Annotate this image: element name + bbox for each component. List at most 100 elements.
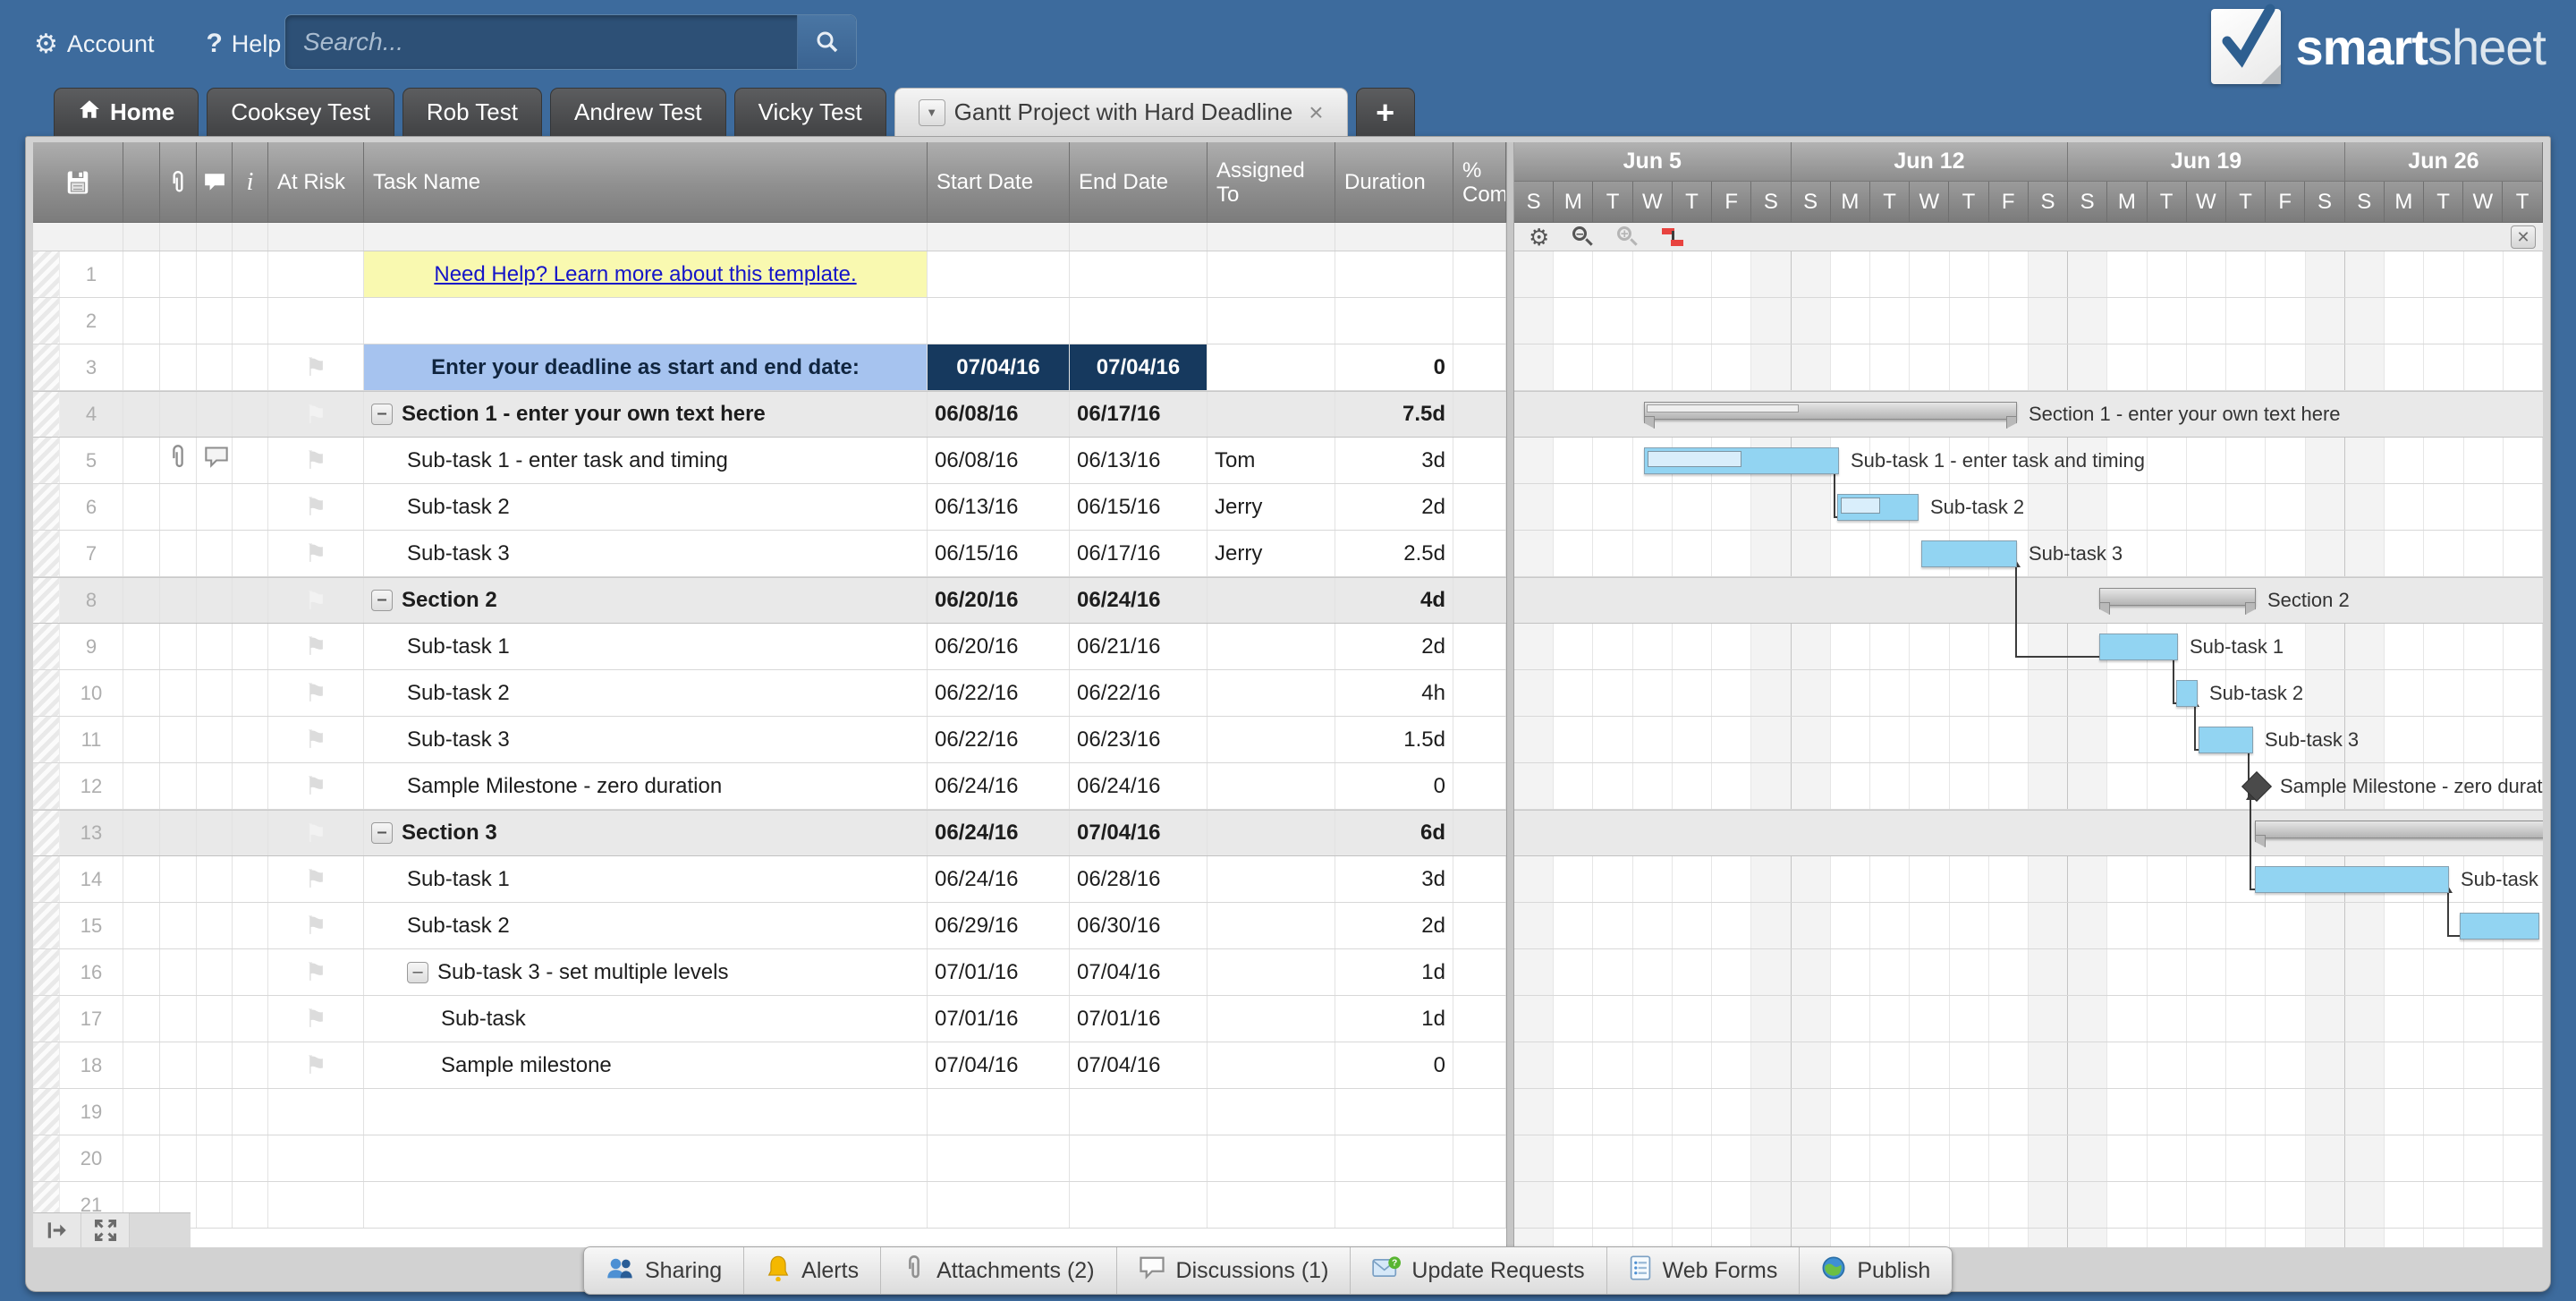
task-name-cell[interactable]: Sub-task 3 [364, 717, 928, 762]
row-drag-handle[interactable] [33, 624, 60, 669]
start-date-cell[interactable] [928, 1182, 1070, 1228]
info-cell[interactable] [233, 856, 268, 902]
info-cell[interactable] [233, 344, 268, 390]
gantt-task-bar[interactable] [2255, 866, 2449, 893]
attachment-cell[interactable] [160, 1135, 197, 1181]
start-date-cell[interactable]: 06/20/16 [928, 624, 1070, 669]
flag-icon[interactable]: ⚑ [304, 1004, 326, 1033]
collapse-toggle[interactable]: – [371, 590, 393, 611]
attachment-column-header[interactable] [160, 142, 197, 222]
at-risk-cell[interactable] [268, 1182, 364, 1228]
start-date-cell[interactable]: 06/22/16 [928, 717, 1070, 762]
info-cell[interactable] [233, 811, 268, 855]
discussion-cell[interactable] [197, 1182, 233, 1228]
attachment-cell[interactable] [160, 298, 197, 344]
start-date-cell[interactable]: 07/04/16 [928, 1042, 1070, 1088]
gantt-task-bar[interactable] [2199, 727, 2253, 753]
assigned-to-cell[interactable] [1208, 251, 1335, 297]
duration-cell[interactable]: 0 [1335, 344, 1453, 390]
zoom-in-icon[interactable]: + [1617, 225, 1639, 248]
pct-complete-cell[interactable] [1453, 670, 1506, 716]
lock-cell[interactable] [123, 531, 160, 576]
start-date-cell[interactable]: 07/04/16 [928, 344, 1070, 390]
row-number-cell[interactable]: 8 [33, 578, 123, 623]
duration-cell[interactable]: 7.5d [1335, 392, 1453, 437]
at-risk-cell[interactable] [268, 298, 364, 344]
end-date-cell[interactable]: 06/23/16 [1070, 717, 1208, 762]
assigned-to-cell[interactable] [1208, 392, 1335, 437]
info-cell[interactable] [233, 903, 268, 948]
lock-cell[interactable] [123, 1135, 160, 1181]
duration-cell[interactable]: 3d [1335, 856, 1453, 902]
row-drag-handle[interactable] [33, 949, 60, 995]
info-cell[interactable] [233, 624, 268, 669]
attachment-cell[interactable] [160, 438, 197, 483]
info-cell[interactable] [233, 531, 268, 576]
task-name-cell[interactable]: – Section 3 [364, 811, 928, 855]
start-date-cell[interactable]: 06/24/16 [928, 811, 1070, 855]
info-cell[interactable] [233, 1042, 268, 1088]
zoom-out-icon[interactable]: – [1572, 225, 1594, 248]
duration-cell[interactable]: 2.5d [1335, 531, 1453, 576]
duration-cell[interactable]: 1d [1335, 949, 1453, 995]
discussion-cell[interactable] [197, 251, 233, 297]
assigned-to-column-header[interactable]: Assigned To [1208, 142, 1335, 222]
row-drag-handle[interactable] [33, 1042, 60, 1088]
assigned-to-cell[interactable]: Jerry [1208, 484, 1335, 530]
duration-cell[interactable]: 6d [1335, 811, 1453, 855]
at-risk-cell[interactable]: ⚑ [268, 392, 364, 437]
discussion-cell[interactable] [197, 298, 233, 344]
end-date-cell[interactable]: 07/04/16 [1070, 344, 1208, 390]
row-drag-handle[interactable] [33, 1089, 60, 1135]
critical-path-icon[interactable] [1662, 226, 1685, 248]
task-name-cell[interactable] [364, 1182, 928, 1228]
row-number-cell[interactable]: 17 [33, 996, 123, 1042]
task-name-cell[interactable]: Sub-task 2 [364, 903, 928, 948]
duration-cell[interactable]: 2d [1335, 624, 1453, 669]
row-drag-handle[interactable] [33, 438, 60, 483]
fullscreen-button[interactable] [81, 1213, 130, 1247]
lock-cell[interactable] [123, 438, 160, 483]
collapse-toggle[interactable]: – [407, 961, 428, 983]
at-risk-cell[interactable]: ⚑ [268, 856, 364, 902]
pct-complete-cell[interactable] [1453, 949, 1506, 995]
row-drag-handle[interactable] [33, 856, 60, 902]
tab-andrew-test[interactable]: Andrew Test [549, 88, 726, 136]
duration-cell[interactable]: 0 [1335, 763, 1453, 809]
discussion-cell[interactable] [197, 1135, 233, 1181]
start-date-cell[interactable]: 06/08/16 [928, 438, 1070, 483]
task-name-cell[interactable] [364, 1135, 928, 1181]
start-date-cell[interactable]: 06/13/16 [928, 484, 1070, 530]
task-name-cell[interactable]: Sub-task [364, 996, 928, 1042]
duration-column-header[interactable]: Duration [1335, 142, 1453, 222]
speech-bubble-icon[interactable] [204, 446, 229, 475]
web-forms-button[interactable]: Web Forms [1607, 1247, 1801, 1294]
pct-complete-cell[interactable] [1453, 578, 1506, 623]
at-risk-cell[interactable]: ⚑ [268, 670, 364, 716]
help-menu[interactable]: ? Help [206, 29, 281, 59]
attachment-cell[interactable] [160, 251, 197, 297]
pct-complete-cell[interactable] [1453, 298, 1506, 344]
task-name-cell[interactable]: – Section 1 - enter your own text here [364, 392, 928, 437]
lock-cell[interactable] [123, 717, 160, 762]
assigned-to-cell[interactable] [1208, 1182, 1335, 1228]
at-risk-cell[interactable]: ⚑ [268, 763, 364, 809]
attachment-cell[interactable] [160, 392, 197, 437]
flag-icon[interactable]: ⚑ [304, 353, 326, 382]
task-name-cell[interactable]: Need Help? Learn more about this templat… [364, 251, 928, 297]
pct-complete-cell[interactable] [1453, 1182, 1506, 1228]
assigned-to-cell[interactable] [1208, 1042, 1335, 1088]
pct-complete-cell[interactable] [1453, 438, 1506, 483]
gantt-task-bar[interactable] [2460, 913, 2539, 940]
flag-icon[interactable]: ⚑ [304, 632, 326, 661]
pct-complete-cell[interactable] [1453, 1089, 1506, 1135]
at-risk-cell[interactable]: ⚑ [268, 484, 364, 530]
attachment-cell[interactable] [160, 811, 197, 855]
assigned-to-cell[interactable] [1208, 996, 1335, 1042]
assigned-to-cell[interactable] [1208, 1089, 1335, 1135]
discussion-cell[interactable] [197, 949, 233, 995]
pct-complete-cell[interactable] [1453, 1042, 1506, 1088]
tab-close-icon[interactable]: × [1309, 98, 1323, 127]
row-number-cell[interactable]: 16 [33, 949, 123, 995]
duration-cell[interactable]: 0 [1335, 1042, 1453, 1088]
